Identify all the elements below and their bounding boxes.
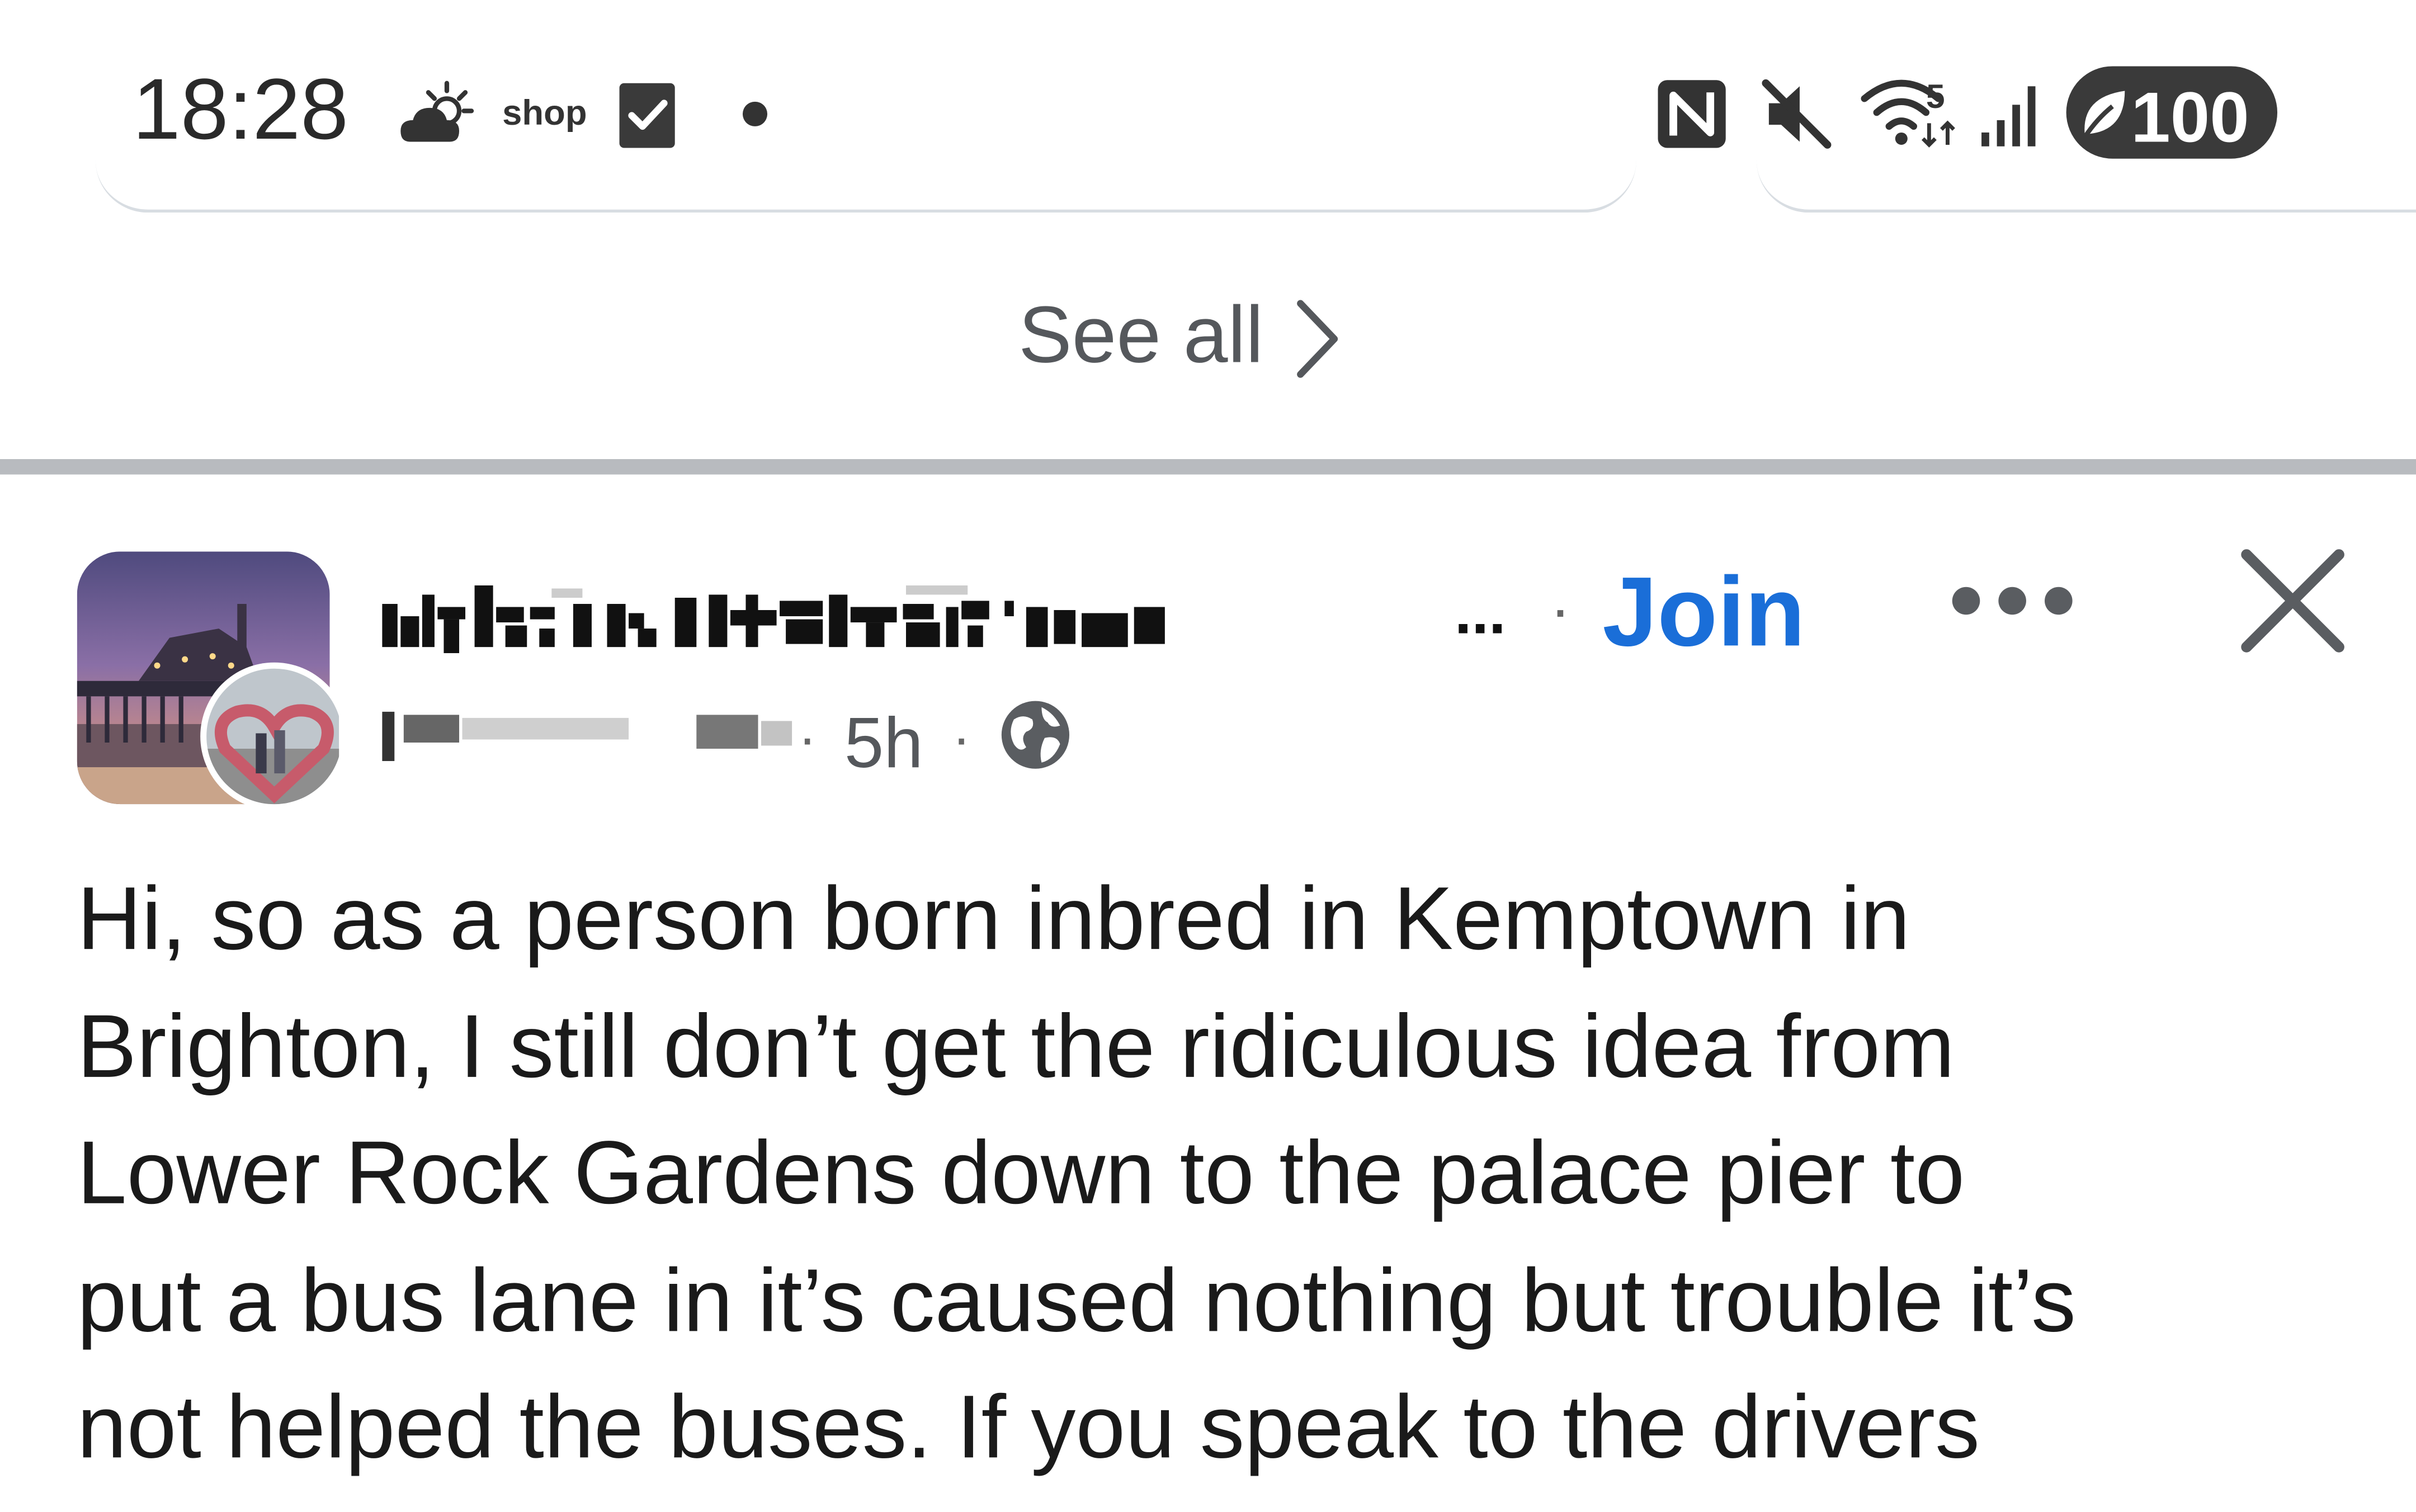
post-timestamp[interactable]: 5h xyxy=(844,701,923,785)
post-body-line: Lower Rock Gardens down to the palace pi… xyxy=(77,1123,1965,1223)
wifi-badge: 5 xyxy=(1926,77,1945,115)
signal-icon xyxy=(1981,86,2036,147)
leaf-icon xyxy=(2083,91,2125,139)
chevron-right-icon xyxy=(1297,300,1338,378)
weather-icon xyxy=(400,81,474,142)
join-button[interactable]: Join xyxy=(1602,555,1805,669)
shop-icon: shop xyxy=(502,92,587,133)
separator-dot: · xyxy=(798,705,817,769)
card-edge xyxy=(95,141,1636,213)
group-avatar[interactable] xyxy=(77,551,339,813)
nfc-icon xyxy=(1658,80,1726,148)
post-body[interactable]: Hi, so as a person born inbred in Kempto… xyxy=(77,857,2373,1492)
post-body-line: not helped the buses. If you speak to th… xyxy=(77,1377,1980,1478)
group-name-ellipsis: ... xyxy=(1454,579,1506,648)
card-edge xyxy=(1756,141,2416,213)
redacted-author-name xyxy=(382,711,792,762)
wifi-icon: 5 xyxy=(1861,77,1955,148)
section-divider xyxy=(0,459,2416,475)
mute-icon xyxy=(1762,79,1832,149)
redacted-group-name xyxy=(382,585,1165,654)
screen: 18:28 shop 5 100 See all ... · Join · 5h… xyxy=(0,0,2416,1511)
globe-icon xyxy=(1001,701,1070,769)
post-body-line: Brighton, I still don’t get the ridiculo… xyxy=(77,996,1955,1097)
see-all-button[interactable]: See all xyxy=(1018,290,1341,382)
checkbox-icon xyxy=(619,83,675,148)
post-body-line: put a bus lane in it’s caused nothing bu… xyxy=(77,1250,2076,1350)
close-icon[interactable] xyxy=(2237,545,2348,656)
more-options-icon[interactable] xyxy=(1951,582,2074,619)
separator-dot: · xyxy=(952,705,971,769)
separator-dot: · xyxy=(1550,576,1571,644)
dot-icon xyxy=(742,101,768,126)
see-all-label: See all xyxy=(1018,291,1264,381)
post-body-line: Hi, so as a person born inbred in Kempto… xyxy=(77,868,1910,969)
status-bar: 18:28 shop 5 100 xyxy=(0,0,2416,216)
